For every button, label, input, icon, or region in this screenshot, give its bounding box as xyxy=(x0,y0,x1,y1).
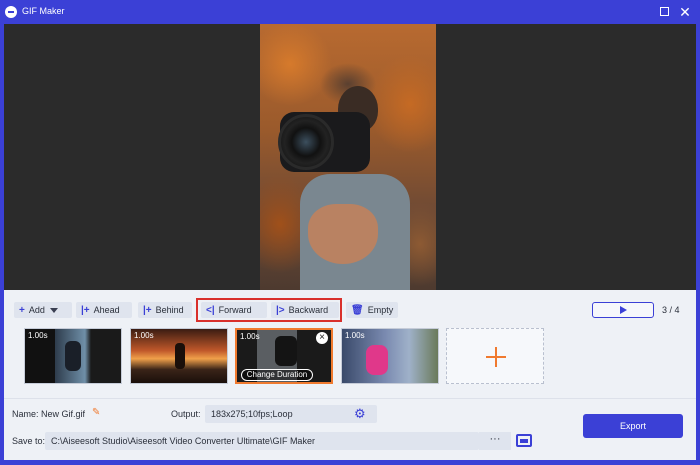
maximize-button[interactable] xyxy=(656,4,672,20)
empty-button[interactable]: 🗑 Empty xyxy=(346,302,398,318)
frame-3-figure xyxy=(275,336,297,366)
ahead-label: Ahead xyxy=(93,305,120,315)
gif-maker-window: GIF Maker ✕ + Add |+ Ahead |+ Behind <| Forw… xyxy=(0,0,700,465)
plus-icon: + xyxy=(19,305,25,316)
play-icon xyxy=(620,306,627,314)
close-button[interactable]: ✕ xyxy=(677,4,693,20)
frame-duration: 1.00s xyxy=(345,331,365,340)
frame-4-figure xyxy=(366,345,388,375)
divider xyxy=(4,398,696,399)
title-bar: GIF Maker ✕ xyxy=(0,0,700,24)
open-folder-icon[interactable] xyxy=(516,434,532,447)
browse-button[interactable]: ··· xyxy=(479,432,511,450)
change-duration-button[interactable]: Change Duration xyxy=(241,369,313,381)
play-button[interactable] xyxy=(592,302,654,318)
frame-duration: 1.00s xyxy=(134,331,154,340)
chevron-down-icon[interactable] xyxy=(49,308,58,314)
pencil-icon[interactable]: ✎ xyxy=(92,408,102,418)
preview-area xyxy=(4,24,696,290)
frame-duration: 1.00s xyxy=(240,332,260,341)
add-frame-button[interactable] xyxy=(446,328,544,384)
behind-label: Behind xyxy=(155,305,184,315)
remove-frame-icon[interactable]: × xyxy=(316,332,328,344)
editor-panel: + Add |+ Ahead |+ Behind <| Forward |> Backwa… xyxy=(4,290,696,460)
export-button[interactable]: Export xyxy=(583,414,683,438)
add-label: Add xyxy=(28,305,45,315)
output-settings-field[interactable]: 183x275;10fps;Loop xyxy=(205,405,377,423)
ahead-button[interactable]: |+ Ahead xyxy=(76,302,132,318)
preview-hand xyxy=(308,204,378,264)
gear-icon[interactable]: ⚙ xyxy=(354,407,367,420)
save-path-value: C:\Aiseesoft Studio\Aiseesoft Video Conv… xyxy=(51,436,315,446)
name-label: Name: xyxy=(12,409,39,419)
name-value: New Gif.gif xyxy=(41,409,86,419)
close-icon: ✕ xyxy=(679,4,691,20)
maximize-icon xyxy=(659,7,669,16)
window-title: GIF Maker xyxy=(22,6,65,16)
save-to-label: Save to: xyxy=(12,436,46,446)
insert-behind-icon: |+ xyxy=(143,305,152,316)
empty-label: Empty xyxy=(367,305,394,315)
preview-lens xyxy=(278,114,334,170)
frame-2-figure xyxy=(175,343,185,369)
output-label: Output: xyxy=(171,409,201,419)
add-frame-plus-bar xyxy=(486,356,506,358)
insert-ahead-icon: |+ xyxy=(81,305,90,316)
app-logo-icon xyxy=(5,6,17,18)
output-value: 183x275;10fps;Loop xyxy=(211,409,293,419)
forward-backward-highlight xyxy=(196,298,342,322)
behind-button[interactable]: |+ Behind xyxy=(138,302,192,318)
frame-1-figure xyxy=(65,341,81,371)
trash-icon: 🗑 xyxy=(351,305,364,316)
frame-thumbnail-3-selected[interactable]: 1.00s × Change Duration xyxy=(235,328,333,384)
save-path-field[interactable]: C:\Aiseesoft Studio\Aiseesoft Video Conv… xyxy=(45,432,479,450)
frame-thumbnail-2[interactable]: 1.00s xyxy=(130,328,228,384)
frame-duration: 1.00s xyxy=(28,331,48,340)
frame-thumbnail-4[interactable]: 1.00s xyxy=(341,328,439,384)
add-button[interactable]: + Add xyxy=(14,302,72,318)
frame-counter: 3 / 4 xyxy=(662,305,680,315)
preview-image xyxy=(260,24,436,290)
frame-thumbnail-1[interactable]: 1.00s xyxy=(24,328,122,384)
